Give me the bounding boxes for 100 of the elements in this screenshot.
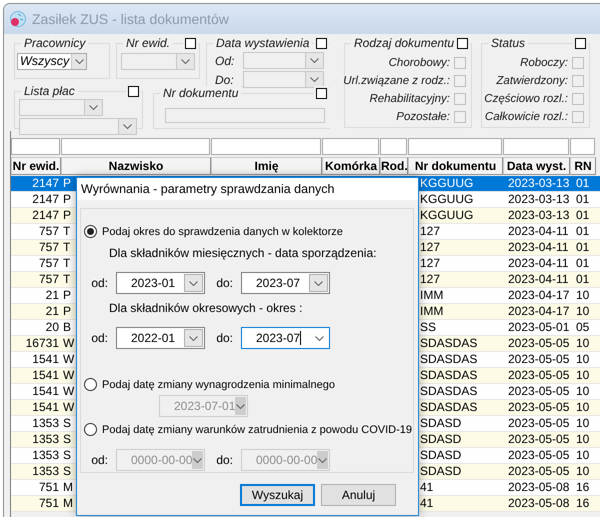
table-cell: T (63, 272, 70, 287)
table-cell: 2023-05-08 (508, 496, 570, 511)
dropdown-value: Wszyscy (18, 54, 72, 69)
table-cell: 127 (420, 272, 440, 287)
field-label: Od: (214, 54, 236, 68)
table-cell: 1541 (32, 352, 59, 367)
table-cell: P (63, 192, 72, 207)
table-cell: 10 (576, 384, 590, 399)
window-title: Zasiłek ZUS - lista dokumentów (32, 11, 229, 27)
table-cell: 2023-04-11 (508, 240, 568, 255)
table-cell: W (63, 352, 74, 367)
table-cell: P (63, 288, 72, 303)
table-cell: W (63, 400, 74, 415)
table-cell: M (63, 496, 73, 511)
table-cell: T (63, 240, 70, 255)
table-cell: SDASDAS (420, 400, 478, 415)
group-label: Nr ewid. (123, 36, 174, 50)
table-cell: 2023-05-05 (508, 400, 570, 415)
table-cell: 751 (38, 496, 59, 511)
table-cell: 2023-05-05 (508, 368, 570, 383)
group-label: Data wystawienia (213, 36, 312, 50)
table-cell: 16 (576, 480, 590, 495)
table-cell: 2023-04-17 (508, 304, 570, 319)
dialog-title: Wyrównania - parametry sprawdzania danych (81, 182, 334, 196)
field-label: do: (215, 276, 234, 290)
table-cell: 2023-03-13 (508, 208, 570, 223)
table-cell: IMM (420, 304, 444, 319)
table-cell: 1353 (32, 464, 59, 479)
table-cell: KGGUUG (420, 208, 474, 223)
table-cell: 2023-05-08 (508, 480, 570, 495)
table-cell: 01 (576, 272, 590, 287)
table-cell: 2023-05-05 (508, 432, 570, 447)
field-label: od: (90, 453, 109, 467)
table-cell: 01 (576, 208, 590, 223)
table-cell: 16731 (26, 336, 59, 351)
table-cell: 21 (46, 304, 59, 319)
table-cell: S (63, 432, 72, 447)
table-cell: SDASDAS (420, 368, 478, 383)
option-label: Zatwierdzony: (496, 75, 568, 87)
table-cell: T (63, 256, 70, 271)
table-cell: 21 (46, 288, 59, 303)
table-cell: 1541 (32, 368, 59, 383)
table-cell: 2147 (32, 192, 59, 207)
table-cell: SS (420, 320, 436, 335)
field-label: Do: (214, 72, 235, 86)
table-cell: 2023-03-13 (508, 176, 570, 191)
field-label: do: (215, 453, 234, 467)
table-cell: M (63, 480, 73, 495)
table-cell: 1353 (32, 448, 59, 463)
group-label: Nr dokumentu (160, 86, 242, 100)
table-cell: 757 (38, 272, 59, 287)
group-label: Rodzaj dokumentu (351, 36, 458, 50)
table-cell: 2023-04-17 (508, 288, 570, 303)
table-cell: SDASDAS (420, 336, 478, 351)
table-cell: 1541 (32, 384, 59, 399)
table-cell: 01 (576, 176, 590, 191)
option-label: Url.związane z rodz.: (343, 75, 450, 87)
table-cell: 2023-04-11 (508, 272, 568, 287)
table-cell: 10 (576, 336, 590, 351)
group-label: Status (488, 36, 528, 50)
table-cell: S (63, 416, 72, 431)
option-label: Pozostałe: (396, 111, 450, 123)
radio-label: Podaj datę zmiany warunków zatrudnienia z powodu COVID-19 (102, 424, 412, 436)
table-cell: W (63, 384, 74, 399)
table-cell: 127 (420, 240, 440, 255)
table-cell: 01 (576, 224, 590, 239)
table-cell: SDASD (420, 416, 462, 431)
table-cell: 2023-04-11 (508, 256, 568, 271)
table-cell: 01 (576, 192, 590, 207)
table-cell: W (63, 368, 74, 383)
table-cell: 2023-05-05 (508, 352, 570, 367)
field-label: od: (90, 276, 109, 290)
table-cell: 10 (576, 352, 590, 367)
option-label: Całkowicie rozl.: (484, 111, 568, 123)
table-cell: 10 (576, 368, 590, 383)
table-cell: SDASD (420, 432, 462, 447)
table-cell: P (63, 176, 72, 191)
table-cell: 2023-03-13 (508, 192, 570, 207)
table-cell: 757 (38, 256, 59, 271)
table-cell: T (63, 224, 70, 239)
table-cell: 01 (576, 240, 590, 255)
group-label: Pracownicy (21, 36, 88, 50)
table-cell: 2147 (32, 176, 59, 191)
option-label: Roboczy: (520, 57, 568, 69)
table-cell: 10 (576, 288, 590, 303)
table-cell: B (63, 320, 72, 335)
table-cell: 1541 (32, 400, 59, 415)
option-label: Chorobowy: (388, 57, 450, 69)
table-cell: 10 (576, 448, 590, 463)
table-cell: 2023-05-05 (508, 448, 570, 463)
table-cell: 2023-05-05 (508, 384, 570, 399)
table-cell: 757 (38, 240, 59, 255)
table-cell: 757 (38, 224, 59, 239)
table-cell: KGGUUG (420, 192, 474, 207)
table-cell: SDASD (420, 448, 462, 463)
table-cell: S (63, 448, 72, 463)
option-label: Rehabilitacyjny: (369, 93, 450, 105)
table-cell: 41 (420, 480, 434, 495)
table-cell: 10 (576, 304, 590, 319)
table-cell: 20 (46, 320, 59, 335)
